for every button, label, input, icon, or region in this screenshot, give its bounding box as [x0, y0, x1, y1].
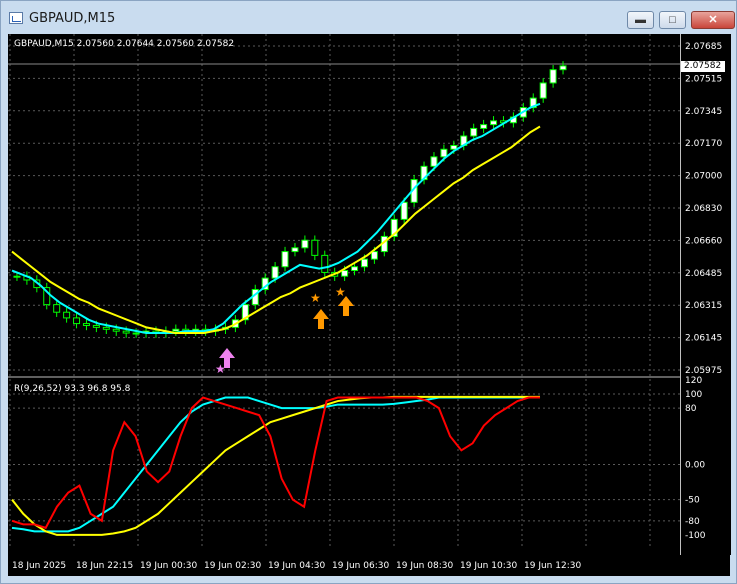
- price-axis[interactable]: 2.07685 2.07515 2.07345 2.07170 2.07000 2.068…: [680, 34, 731, 555]
- candle-body: [132, 332, 140, 335]
- indicator-level-label: -50: [685, 496, 700, 506]
- chart-header: GBPAUD,M15 2.07560 2.07644 2.07560 2.075…: [14, 39, 235, 49]
- chart-app-icon: [9, 12, 23, 24]
- star-icon: ★: [310, 291, 321, 305]
- candle-body: [281, 251, 289, 268]
- candle-body: [102, 326, 110, 330]
- price-label: 2.07345: [685, 107, 722, 117]
- candle-body: [341, 270, 349, 277]
- candle-body: [112, 328, 120, 332]
- time-label: 19 Jun 04:30: [268, 561, 325, 571]
- indicator-level-label: -80: [685, 517, 700, 527]
- osc-red-line: [11, 396, 540, 530]
- ma-slow-line: [11, 125, 541, 335]
- price-label: 2.07515: [685, 74, 722, 84]
- candle-body: [271, 266, 279, 279]
- price-axis-labels: 2.07685 2.07515 2.07345 2.07170 2.07000 2.068…: [685, 42, 722, 541]
- candle-body: [301, 239, 309, 249]
- title-bar[interactable]: GBPAUD,M15 ▬ □ ✕: [1, 1, 736, 35]
- indicator-level-label: 0.00: [685, 460, 705, 470]
- window-title: GBPAUD,M15: [29, 11, 116, 26]
- time-label: 19 Jun 06:30: [332, 561, 389, 571]
- candle-body: [440, 148, 448, 158]
- candle-body: [480, 124, 488, 129]
- candle-body: [321, 254, 329, 273]
- price-label: 2.06315: [685, 301, 722, 311]
- candle-body: [53, 304, 61, 313]
- time-label: 18 Jun 22:15: [76, 561, 133, 571]
- candle-body: [470, 127, 478, 137]
- close-button[interactable]: ✕: [691, 11, 735, 29]
- indicator-header: R(9,26,52) 93.3 96.8 95.8: [14, 384, 131, 394]
- candle-body: [400, 201, 408, 220]
- candle-body: [490, 120, 498, 126]
- candle-body: [351, 266, 359, 272]
- indicator-level-label: 100: [685, 390, 702, 400]
- time-axis[interactable]: 18 Jun 2025 18 Jun 22:15 19 Jun 00:30 19 Ju…: [8, 555, 730, 576]
- candle-body: [549, 69, 557, 84]
- candle-body: [92, 324, 100, 328]
- price-label: 2.07000: [685, 172, 722, 182]
- candle-body: [122, 330, 130, 334]
- buy-arrow-icon: [338, 296, 354, 316]
- candle-body: [311, 239, 319, 256]
- current-price-label: 2.07582: [681, 61, 725, 72]
- time-label: 19 Jun 10:30: [460, 561, 517, 571]
- candle-body: [559, 65, 567, 71]
- osc-cyan-line: [11, 395, 541, 533]
- maximize-button[interactable]: □: [659, 11, 686, 29]
- indicator-level-label: -100: [685, 531, 706, 541]
- candle-body: [172, 328, 180, 332]
- candle-body: [539, 82, 547, 99]
- price-label: 2.05975: [685, 366, 722, 376]
- indicator-level-label: 80: [685, 404, 697, 414]
- candle-body: [360, 258, 368, 268]
- buy-arrow-icon: [313, 309, 329, 329]
- candle-body: [82, 323, 90, 326]
- star-icon: ★: [215, 362, 226, 376]
- candle-body: [370, 251, 378, 260]
- price-chart[interactable]: ★ ★ ★: [8, 34, 680, 555]
- price-label: 2.07170: [685, 139, 722, 149]
- candle-body: [430, 156, 438, 167]
- time-label: 19 Jun 02:30: [204, 561, 261, 571]
- minimize-button[interactable]: ▬: [627, 11, 654, 29]
- indicator-level-label: 120: [685, 376, 702, 386]
- time-label: 19 Jun 08:30: [396, 561, 453, 571]
- candle-body: [63, 311, 71, 319]
- price-label: 2.07685: [685, 42, 722, 52]
- candle-body: [73, 317, 81, 325]
- time-axis-labels: 18 Jun 2025 18 Jun 22:15 19 Jun 00:30 19 Ju…: [12, 561, 581, 571]
- candle-body: [13, 275, 21, 278]
- time-label: 18 Jun 2025: [12, 561, 66, 571]
- price-label: 2.06660: [685, 236, 722, 246]
- candle-body: [291, 247, 299, 253]
- time-label: 19 Jun 00:30: [140, 561, 197, 571]
- price-label: 2.06145: [685, 334, 722, 344]
- time-label: 19 Jun 12:30: [524, 561, 581, 571]
- price-label: 2.06830: [685, 204, 722, 214]
- price-label: 2.06485: [685, 269, 722, 279]
- star-icon: ★: [335, 285, 346, 299]
- chart-area[interactable]: ★ ★ ★ GBPAUD,M15 2.07560 2.07644 2.07560 2…: [8, 34, 680, 555]
